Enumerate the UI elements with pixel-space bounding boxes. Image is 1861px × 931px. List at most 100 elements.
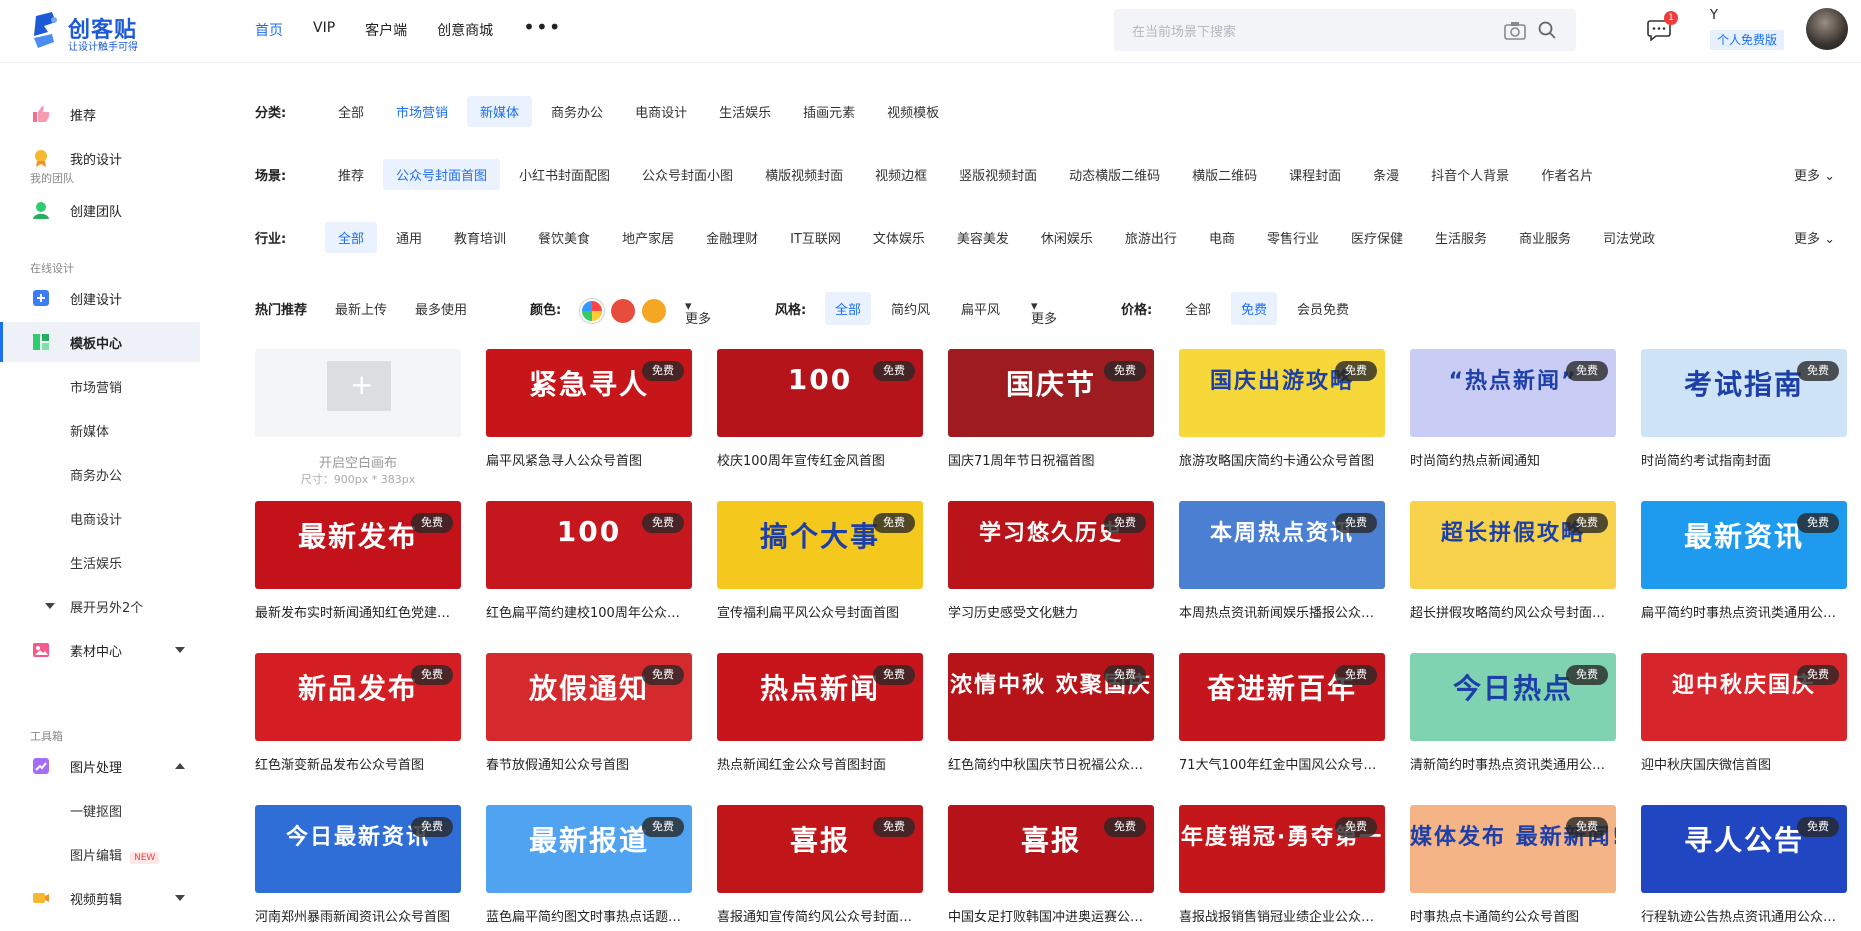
template-thumbnail[interactable]: 搞个大事 免费 bbox=[717, 501, 923, 589]
filter-option[interactable]: 零售行业 bbox=[1254, 222, 1332, 253]
color-all-swatch[interactable] bbox=[580, 299, 604, 323]
template-thumbnail[interactable]: 放假通知 免费 bbox=[486, 653, 692, 741]
style-option[interactable]: 扁平风 bbox=[961, 299, 1000, 318]
template-title[interactable]: 校庆100周年宣传红金风首图 bbox=[717, 450, 923, 469]
filter-option[interactable]: 视频边框 bbox=[862, 159, 940, 190]
camera-icon[interactable] bbox=[1504, 20, 1526, 40]
template-title[interactable]: 中国女足打败韩国冲进奥运赛公众号首图 bbox=[948, 906, 1154, 925]
nav-vip[interactable]: VIP bbox=[313, 20, 335, 40]
template-thumbnail[interactable]: 100 免费 bbox=[717, 349, 923, 437]
filter-option[interactable]: 小红书封面配图 bbox=[506, 159, 623, 190]
filter-option[interactable]: 商业服务 bbox=[1506, 222, 1584, 253]
scene-more-button[interactable]: 更多 ⌄ bbox=[1794, 165, 1835, 184]
filter-option[interactable]: 生活娱乐 bbox=[706, 96, 784, 127]
template-title[interactable]: 清新简约时事热点资讯类通用公众号首图 bbox=[1410, 754, 1616, 773]
style-option[interactable]: 简约风 bbox=[891, 299, 930, 318]
template-title[interactable]: 时事热点卡通简约公众号首图 bbox=[1410, 906, 1616, 925]
template-thumbnail[interactable]: 奋进新百年 免费 bbox=[1179, 653, 1385, 741]
filter-option[interactable]: 视频模板 bbox=[874, 96, 952, 127]
template-thumbnail[interactable]: 国庆出游攻略 免费 bbox=[1179, 349, 1385, 437]
template-thumbnail[interactable]: 媒体发布 最新新闻! 免费 bbox=[1410, 805, 1616, 893]
filter-option[interactable]: 竖版视频封面 bbox=[946, 159, 1050, 190]
filter-option[interactable]: 电商设计 bbox=[622, 96, 700, 127]
template-thumbnail[interactable]: 年度销冠·勇夺第一 免费 bbox=[1179, 805, 1385, 893]
template-title[interactable]: 扁平风紧急寻人公众号首图 bbox=[486, 450, 692, 469]
template-thumbnail[interactable]: 热点新闻 免费 bbox=[717, 653, 923, 741]
template-thumbnail[interactable]: 迎中秋庆国庆 免费 bbox=[1641, 653, 1847, 741]
sort-newest[interactable]: 最新上传 bbox=[335, 299, 387, 318]
template-title[interactable]: 迎中秋庆国庆微信首图 bbox=[1641, 754, 1847, 773]
filter-option[interactable]: 餐饮美食 bbox=[525, 222, 603, 253]
sidebar-item-image-processing[interactable]: 图片处理 bbox=[0, 746, 200, 786]
template-title[interactable]: 喜报通知宣传简约风公众号封面首图 bbox=[717, 906, 923, 925]
filter-option[interactable]: IT互联网 bbox=[777, 222, 854, 253]
sidebar-item-template-center[interactable]: 模板中心 bbox=[0, 322, 200, 362]
style-option-selected[interactable]: 全部 bbox=[825, 292, 872, 325]
filter-option[interactable]: 金融理财 bbox=[693, 222, 771, 253]
sort-hot[interactable]: 热门推荐 bbox=[255, 299, 307, 318]
template-title[interactable]: 扁平简约时事热点资讯类通用公众号首图 bbox=[1641, 602, 1847, 621]
price-option[interactable]: 会员免费 bbox=[1297, 299, 1349, 318]
sidebar-item-new-media[interactable]: 新媒体 bbox=[0, 410, 200, 450]
filter-option-selected[interactable]: 全部 bbox=[325, 221, 378, 253]
color-swatch-red[interactable] bbox=[611, 299, 635, 323]
filter-option[interactable]: 旅游出行 bbox=[1112, 222, 1190, 253]
filter-option[interactable]: 条漫 bbox=[1360, 159, 1412, 190]
template-thumbnail[interactable]: 浓情中秋 欢聚国庆 免费 bbox=[948, 653, 1154, 741]
template-title[interactable]: 71大气100年红金中国风公众号首图 bbox=[1179, 754, 1385, 773]
template-thumbnail[interactable]: 最新报道 免费 bbox=[486, 805, 692, 893]
template-thumbnail[interactable]: 最新资讯 免费 bbox=[1641, 501, 1847, 589]
nav-more-icon[interactable]: ••• bbox=[523, 17, 561, 40]
filter-option[interactable]: 通用 bbox=[383, 222, 435, 253]
price-option[interactable]: 全部 bbox=[1185, 299, 1211, 318]
filter-option[interactable]: 全部 bbox=[325, 96, 377, 127]
template-thumbnail[interactable]: 今日热点 免费 bbox=[1410, 653, 1616, 741]
filter-option[interactable]: 横版视频封面 bbox=[752, 159, 856, 190]
template-title[interactable]: 宣传福利扁平风公众号封面首图 bbox=[717, 602, 923, 621]
template-title[interactable]: 行程轨迹公告热点资讯通用公众号首图 bbox=[1641, 906, 1847, 925]
template-thumbnail[interactable]: 紧急寻人 免费 bbox=[486, 349, 692, 437]
filter-option[interactable]: 生活服务 bbox=[1422, 222, 1500, 253]
sidebar-item-ecommerce[interactable]: 电商设计 bbox=[0, 498, 200, 538]
style-more-button[interactable]: 更多 ▾ bbox=[1031, 299, 1057, 327]
sidebar-item-create-team[interactable]: 创建团队 bbox=[0, 190, 200, 230]
sidebar-item-business[interactable]: 商务办公 bbox=[0, 454, 200, 494]
user-name[interactable]: Y bbox=[1710, 8, 1718, 23]
filter-option[interactable]: 地产家居 bbox=[609, 222, 687, 253]
blank-canvas[interactable]: + bbox=[255, 349, 461, 437]
template-thumbnail[interactable]: 今日最新资讯 免费 bbox=[255, 805, 461, 893]
filter-option[interactable]: 公众号封面小图 bbox=[629, 159, 746, 190]
template-title[interactable]: 热点新闻红金公众号首图封面 bbox=[717, 754, 923, 773]
template-title[interactable]: 本周热点资讯新闻娱乐播报公众号首图 bbox=[1179, 602, 1385, 621]
template-thumbnail[interactable]: 喜报 免费 bbox=[948, 805, 1154, 893]
search-icon[interactable] bbox=[1537, 20, 1557, 40]
template-title[interactable]: 红色简约中秋国庆节日祝福公众号首图 bbox=[948, 754, 1154, 773]
template-title[interactable]: 河南郑州暴雨新闻资讯公众号首图 bbox=[255, 906, 461, 925]
sidebar-item-video-edit[interactable]: 视频剪辑 bbox=[0, 878, 200, 918]
sidebar-item-lifestyle[interactable]: 生活娱乐 bbox=[0, 542, 200, 582]
template-title[interactable]: 超长拼假攻略简约风公众号封面首图 bbox=[1410, 602, 1616, 621]
template-thumbnail[interactable]: 超长拼假攻略 免费 bbox=[1410, 501, 1616, 589]
template-thumbnail[interactable]: 最新发布 免费 bbox=[255, 501, 461, 589]
template-thumbnail[interactable]: 学习悠久历史 免费 bbox=[948, 501, 1154, 589]
filter-option[interactable]: 教育培训 bbox=[441, 222, 519, 253]
filter-option[interactable]: 横版二维码 bbox=[1179, 159, 1270, 190]
search-input[interactable]: 在当前场景下搜索 bbox=[1132, 21, 1236, 40]
template-thumbnail[interactable]: 考试指南 免费 bbox=[1641, 349, 1847, 437]
template-thumbnail[interactable]: 本周热点资讯 免费 bbox=[1179, 501, 1385, 589]
filter-option[interactable]: 电商 bbox=[1196, 222, 1248, 253]
nav-home[interactable]: 首页 bbox=[255, 20, 283, 40]
sidebar-item-cutout[interactable]: 一键抠图 bbox=[0, 790, 200, 830]
template-title[interactable]: 时尚简约热点新闻通知 bbox=[1410, 450, 1616, 469]
template-title[interactable]: 红色扁平简约建校100周年公众号首图 bbox=[486, 602, 692, 621]
template-thumbnail[interactable]: “热点新闻” 免费 bbox=[1410, 349, 1616, 437]
filter-option[interactable]: 商务办公 bbox=[538, 96, 616, 127]
template-title[interactable]: 学习历史感受文化魅力 bbox=[948, 602, 1154, 621]
filter-option[interactable]: 美容美发 bbox=[944, 222, 1022, 253]
search-bar[interactable]: 在当前场景下搜索 bbox=[1114, 9, 1576, 51]
sidebar-item-marketing[interactable]: 市场营销 bbox=[0, 366, 200, 406]
filter-option-selected[interactable]: 新媒体 bbox=[467, 95, 533, 127]
template-title[interactable]: 时尚简约考试指南封面 bbox=[1641, 450, 1847, 469]
plan-badge[interactable]: 个人免费版 bbox=[1710, 30, 1784, 50]
color-more-button[interactable]: 更多 ▾ bbox=[685, 299, 711, 327]
